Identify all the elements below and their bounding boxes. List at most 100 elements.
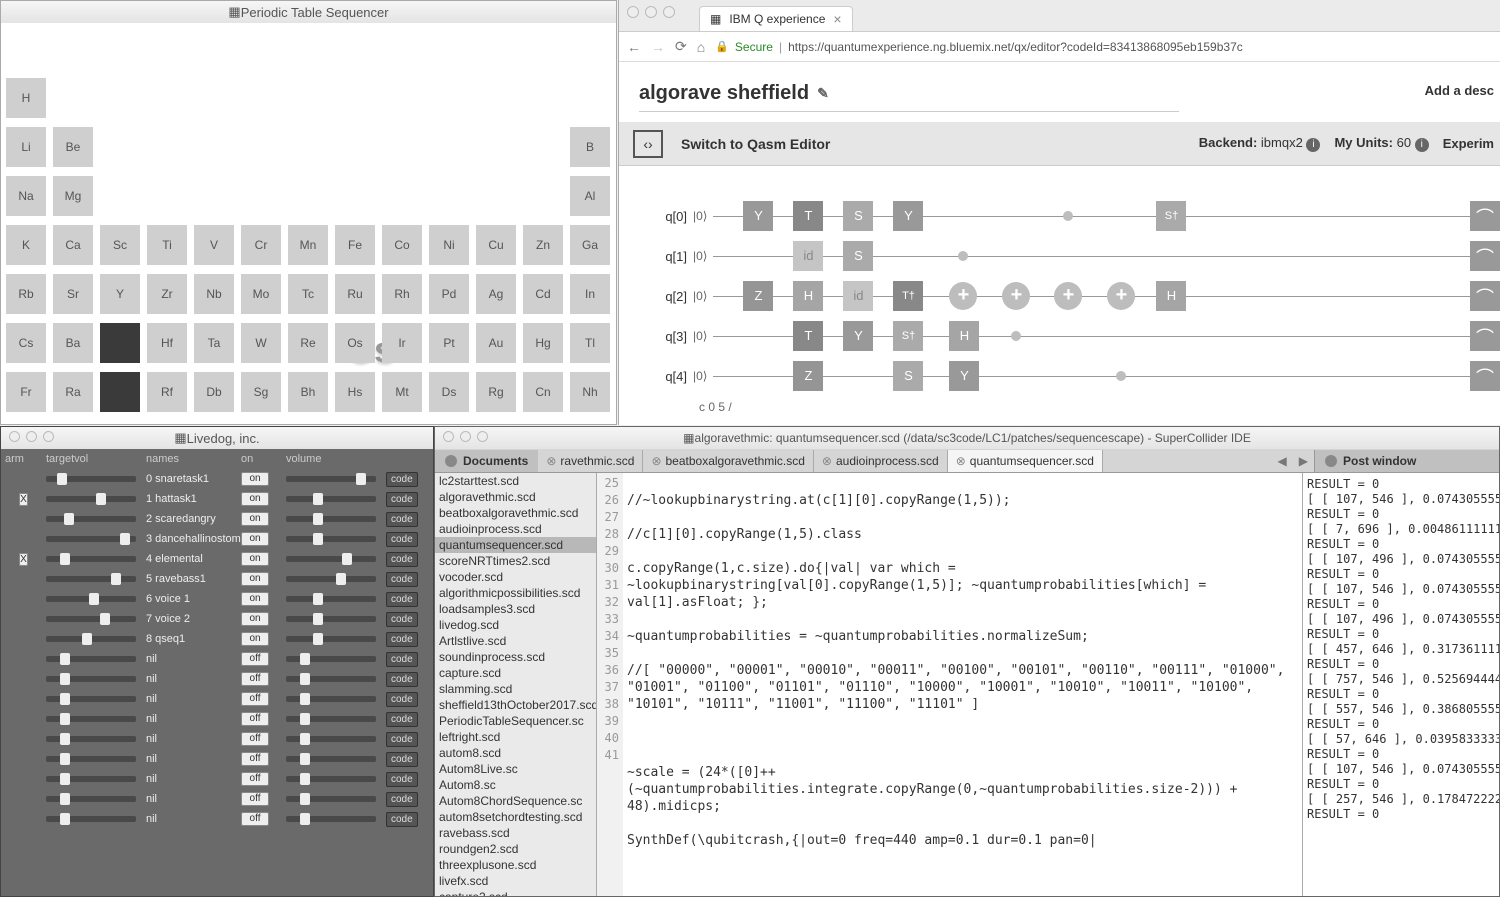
element-Ta[interactable]: Ta	[194, 323, 234, 363]
gate-h[interactable]: H	[949, 321, 979, 351]
gate-s[interactable]: S	[893, 361, 923, 391]
volume-slider[interactable]	[286, 536, 376, 542]
document-item[interactable]: roundgen2.scd	[435, 841, 596, 857]
element-Ds[interactable]: Ds	[429, 372, 469, 412]
document-item[interactable]: quantumsequencer.scd	[435, 537, 596, 553]
document-item[interactable]: slamming.scd	[435, 681, 596, 697]
code-button[interactable]: code	[386, 612, 418, 627]
volume-slider[interactable]	[286, 496, 376, 502]
document-item[interactable]: vocoder.scd	[435, 569, 596, 585]
code-button[interactable]: code	[386, 692, 418, 707]
element-Tl[interactable]: Tl	[570, 323, 610, 363]
on-button[interactable]: on	[241, 472, 269, 486]
document-item[interactable]: beatboxalgoravethmic.scd	[435, 505, 596, 521]
home-icon[interactable]: ⌂	[697, 39, 705, 55]
on-button[interactable]: off	[241, 772, 269, 786]
tab-prev-icon[interactable]: ◀	[1272, 454, 1293, 468]
document-item[interactable]: livedog.scd	[435, 617, 596, 633]
on-button[interactable]: on	[241, 512, 269, 526]
gate-y[interactable]: Y	[743, 201, 773, 231]
code-button[interactable]: code	[386, 632, 418, 647]
element-Fe[interactable]: Fe	[335, 225, 375, 265]
gate-id[interactable]: id	[793, 241, 823, 271]
code-button[interactable]: code	[386, 672, 418, 687]
document-item[interactable]: ravebass.scd	[435, 825, 596, 841]
gate-tdg[interactable]: T†	[893, 281, 923, 311]
browser-tab[interactable]: ▦ IBM Q experience ×	[699, 6, 853, 31]
on-button[interactable]: off	[241, 812, 269, 826]
window-controls[interactable]	[9, 431, 54, 442]
on-button[interactable]: off	[241, 732, 269, 746]
editor-tab[interactable]: ⊗beatboxalgoravethmic.scd	[643, 450, 813, 472]
element-Li[interactable]: Li	[6, 127, 46, 167]
volume-slider[interactable]	[286, 516, 376, 522]
on-button[interactable]: on	[241, 532, 269, 546]
back-icon[interactable]: ←	[627, 39, 641, 55]
element-Cs[interactable]: Cs	[6, 323, 46, 363]
arm-button[interactable]: X	[19, 493, 28, 506]
element-Sg[interactable]: Sg	[241, 372, 281, 412]
element-Ag[interactable]: Ag	[476, 274, 516, 314]
document-item[interactable]: autom8setchordtesting.scd	[435, 809, 596, 825]
element-Rg[interactable]: Rg	[476, 372, 516, 412]
volume-slider[interactable]	[286, 656, 376, 662]
gate-cx[interactable]: +	[1054, 282, 1082, 310]
element-Ba[interactable]: Ba	[53, 323, 93, 363]
editor-tab[interactable]: ⊗quantumsequencer.scd	[948, 450, 1103, 472]
control-dot[interactable]	[1116, 371, 1126, 381]
volume-slider[interactable]	[286, 696, 376, 702]
volume-slider[interactable]	[286, 616, 376, 622]
document-item[interactable]: scoreNRTtimes2.scd	[435, 553, 596, 569]
element-Au[interactable]: Au	[476, 323, 516, 363]
document-item[interactable]: autom8.scd	[435, 745, 596, 761]
on-button[interactable]: off	[241, 712, 269, 726]
gate-sdg[interactable]: S†	[893, 321, 923, 351]
element-Nh[interactable]: Nh	[570, 372, 610, 412]
element-Pd[interactable]: Pd	[429, 274, 469, 314]
switch-editor-label[interactable]: Switch to Qasm Editor	[681, 136, 830, 152]
document-item[interactable]: Autom8ChordSequence.sc	[435, 793, 596, 809]
element-H[interactable]: H	[6, 78, 46, 118]
code-button[interactable]: code	[386, 572, 418, 587]
gate-y[interactable]: Y	[843, 321, 873, 351]
volume-slider[interactable]	[286, 676, 376, 682]
document-item[interactable]: lc2starttest.scd	[435, 473, 596, 489]
document-item[interactable]: livefx.scd	[435, 873, 596, 889]
document-item[interactable]: Artlstlive.scd	[435, 633, 596, 649]
measure-gate[interactable]	[1470, 281, 1500, 311]
targetvol-slider[interactable]	[46, 556, 136, 562]
url-box[interactable]: 🔒 Secure | https://quantumexperience.ng.…	[715, 40, 1492, 54]
code-button[interactable]: code	[386, 712, 418, 727]
element-Rf[interactable]: Rf	[147, 372, 187, 412]
targetvol-slider[interactable]	[46, 516, 136, 522]
code-toggle-icon[interactable]: ‹›	[633, 130, 663, 158]
document-item[interactable]: threexplusone.scd	[435, 857, 596, 873]
element-Bh[interactable]: Bh	[288, 372, 328, 412]
close-icon[interactable]: ⊗	[956, 454, 966, 468]
targetvol-slider[interactable]	[46, 696, 136, 702]
gate-sdg[interactable]: S†	[1156, 201, 1186, 231]
element-Ru[interactable]: Ru	[335, 274, 375, 314]
volume-slider[interactable]	[286, 476, 376, 482]
volume-slider[interactable]	[286, 636, 376, 642]
editor-tab[interactable]: ⊗audioinprocess.scd	[814, 450, 948, 472]
measure-gate[interactable]	[1470, 241, 1500, 271]
measure-gate[interactable]	[1470, 201, 1500, 231]
element-Co[interactable]: Co	[382, 225, 422, 265]
info-icon[interactable]: i	[1306, 138, 1320, 152]
element-Al[interactable]: Al	[570, 176, 610, 216]
gate-h[interactable]: H	[1156, 281, 1186, 311]
on-button[interactable]: off	[241, 752, 269, 766]
element-Ca[interactable]: Ca	[53, 225, 93, 265]
element-Mg[interactable]: Mg	[53, 176, 93, 216]
volume-slider[interactable]	[286, 736, 376, 742]
element-Be[interactable]: Be	[53, 127, 93, 167]
targetvol-slider[interactable]	[46, 756, 136, 762]
volume-slider[interactable]	[286, 716, 376, 722]
code-button[interactable]: code	[386, 512, 418, 527]
code-button[interactable]: code	[386, 752, 418, 767]
document-item[interactable]: capture.scd	[435, 665, 596, 681]
measure-gate[interactable]	[1470, 321, 1500, 351]
edit-icon[interactable]: ✎	[817, 85, 829, 102]
control-dot[interactable]	[958, 251, 968, 261]
